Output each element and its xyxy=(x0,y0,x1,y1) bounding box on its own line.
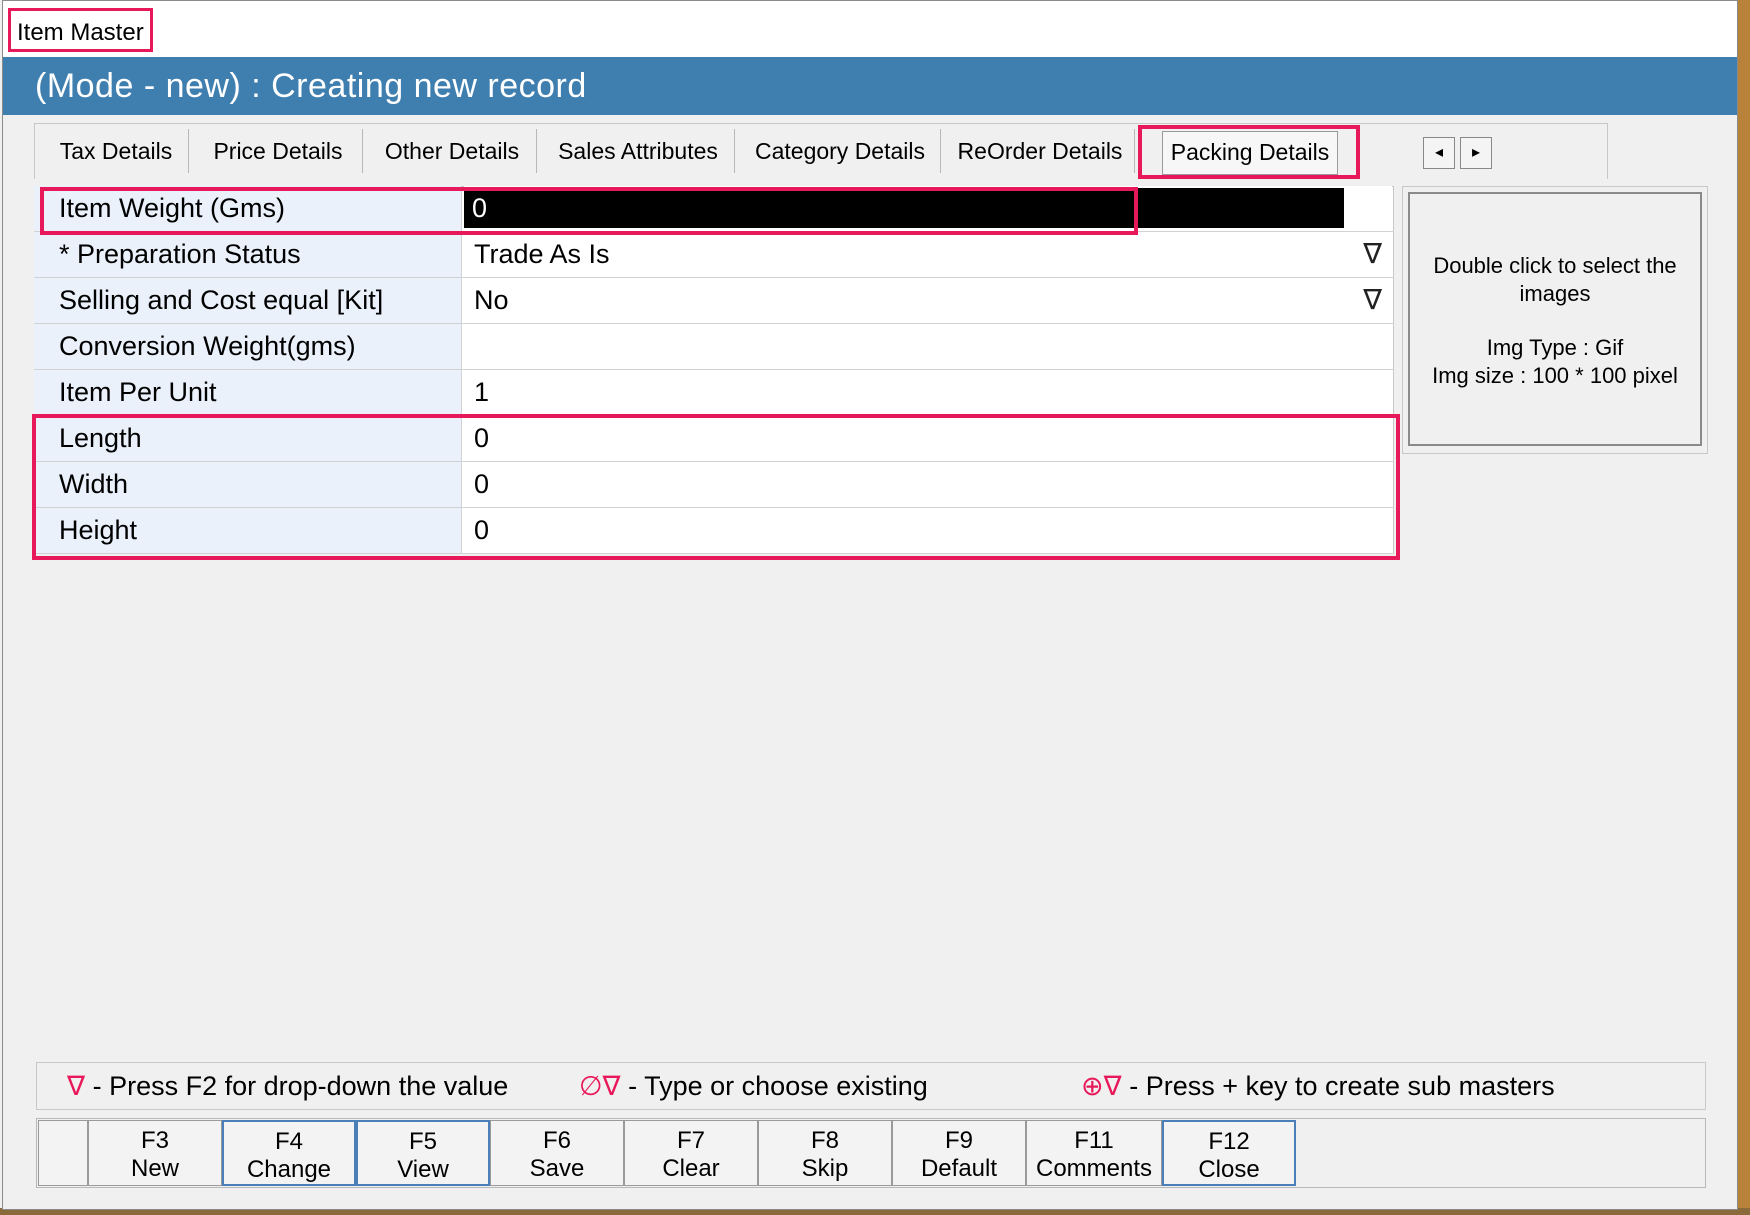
legend-text: - Press F2 for drop-down the value xyxy=(92,1071,509,1101)
f12-close-button[interactable]: F12 Close xyxy=(1162,1120,1296,1186)
fkey-code: F7 xyxy=(676,1127,705,1154)
f3-new-button[interactable]: F3 New xyxy=(88,1120,222,1186)
f5-view-button[interactable]: F5 View xyxy=(356,1120,490,1186)
grid-row-item-per-unit[interactable]: Item Per Unit 1 xyxy=(34,370,1394,416)
fkey-label: View xyxy=(397,1156,449,1183)
dropdown-icon[interactable]: ∇ xyxy=(1363,280,1382,320)
grid-row-selling-cost-equal[interactable]: Selling and Cost equal [Kit] No ∇ xyxy=(34,278,1394,324)
f6-save-button[interactable]: F6 Save xyxy=(490,1120,624,1186)
grid-value: Trade As Is xyxy=(474,239,610,269)
grid-label: * Preparation Status xyxy=(34,232,462,277)
image-select-panel[interactable]: Double click to select the images Img Ty… xyxy=(1408,192,1702,446)
f11-comments-button[interactable]: F11 Comments xyxy=(1026,1120,1162,1186)
tab-scroll-left-icon[interactable]: ◂ xyxy=(1423,137,1455,169)
image-type-text: Img Type : Gif xyxy=(1486,335,1624,360)
fkey-label: Comments xyxy=(1035,1155,1153,1182)
fkey-code: F11 xyxy=(1074,1127,1114,1154)
dropdown-legend-icon: ∇ xyxy=(67,1071,86,1101)
tab-price-details[interactable]: Price Details xyxy=(194,129,363,173)
conversion-weight-input[interactable] xyxy=(464,324,1392,369)
desktop-background xyxy=(1738,0,1750,1215)
window-title: Item Master xyxy=(8,8,153,52)
image-size-text: Img size : 100 * 100 pixel xyxy=(1432,363,1678,388)
grid-label: Item Per Unit xyxy=(34,370,462,415)
grid-label: Conversion Weight(gms) xyxy=(34,324,462,369)
legend-text: - Press + key to create sub masters xyxy=(1129,1071,1555,1101)
grid-row-preparation-status[interactable]: * Preparation Status Trade As Is ∇ xyxy=(34,232,1394,278)
legend-text: - Type or choose existing xyxy=(628,1071,928,1101)
image-panel-hint: Double click to select the xyxy=(1433,253,1677,278)
fkey-code: F9 xyxy=(944,1127,973,1154)
legend-dropdown: ∇ - Press F2 for drop-down the value xyxy=(67,1063,508,1109)
fkey-code: F5 xyxy=(408,1128,437,1155)
grid-row-conversion-weight[interactable]: Conversion Weight(gms) xyxy=(34,324,1394,370)
f9-default-button[interactable]: F9 Default xyxy=(892,1120,1026,1186)
item-per-unit-input[interactable]: 1 xyxy=(464,370,1392,415)
legend-create-sub-masters: ⊕∇ - Press + key to create sub masters xyxy=(1081,1063,1555,1109)
legend-type-or-choose: ∅∇ - Type or choose existing xyxy=(579,1063,928,1109)
preparation-status-select[interactable]: Trade As Is ∇ xyxy=(464,232,1392,277)
create-sub-master-legend-icon: ⊕∇ xyxy=(1081,1071,1122,1101)
dropdown-icon[interactable]: ∇ xyxy=(1363,234,1382,274)
selling-cost-equal-select[interactable]: No ∇ xyxy=(464,278,1392,323)
fkey-code: F4 xyxy=(274,1128,303,1155)
f7-clear-button[interactable]: F7 Clear xyxy=(624,1120,758,1186)
item-weight-highlight xyxy=(40,187,1138,235)
title-bar xyxy=(3,1,1737,57)
f4-change-button[interactable]: F4 Change xyxy=(222,1120,356,1186)
fkey-label: Default xyxy=(920,1155,998,1182)
grid-value: No xyxy=(474,285,509,315)
blank-key-button[interactable] xyxy=(38,1120,88,1186)
fkey-label: Change xyxy=(246,1156,332,1183)
tab-category-details[interactable]: Category Details xyxy=(740,129,941,173)
fkey-label: New xyxy=(130,1155,179,1182)
fkey-code: F3 xyxy=(140,1127,169,1154)
legend-bar: ∇ - Press F2 for drop-down the value ∅∇ … xyxy=(36,1062,1706,1110)
fkey-label: Close xyxy=(1198,1156,1260,1183)
tab-other-details[interactable]: Other Details xyxy=(368,129,537,173)
fkey-label: Clear xyxy=(662,1155,720,1182)
dimensions-highlight xyxy=(32,414,1400,560)
tab-sales-attributes[interactable]: Sales Attributes xyxy=(542,129,735,173)
mode-banner: (Mode - new) : Creating new record xyxy=(3,57,1737,115)
tab-scroll-right-icon[interactable]: ▸ xyxy=(1460,137,1492,169)
f8-skip-button[interactable]: F8 Skip xyxy=(758,1120,892,1186)
item-master-window xyxy=(2,0,1738,1210)
type-or-choose-legend-icon: ∅∇ xyxy=(579,1071,621,1101)
grid-label: Selling and Cost equal [Kit] xyxy=(34,278,462,323)
tab-reorder-details[interactable]: ReOrder Details xyxy=(946,129,1135,173)
fkey-code: F6 xyxy=(542,1127,571,1154)
image-panel-hint: images xyxy=(1519,281,1591,306)
fkey-label: Save xyxy=(529,1155,585,1182)
tab-highlight xyxy=(1138,125,1360,179)
fkey-code: F8 xyxy=(810,1127,839,1154)
fkey-label: Skip xyxy=(801,1155,849,1182)
tab-tax-details[interactable]: Tax Details xyxy=(44,129,189,173)
fkey-code: F12 xyxy=(1208,1128,1250,1155)
